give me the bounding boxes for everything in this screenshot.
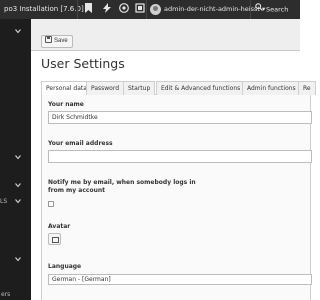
notify-checkbox[interactable] bbox=[48, 201, 54, 207]
save-label: Save bbox=[54, 38, 68, 44]
user-menu[interactable]: admin-der-nicht-admin-heisst ▾ bbox=[150, 3, 265, 16]
search-label: Search bbox=[266, 5, 289, 14]
sidebar-group-label: ers bbox=[1, 291, 11, 298]
chevron-down-icon[interactable] bbox=[15, 198, 21, 204]
save-button[interactable]: Save bbox=[41, 35, 73, 48]
flash-icon[interactable] bbox=[100, 3, 113, 16]
email-label: Your email address bbox=[48, 140, 113, 147]
bookmark-icon[interactable] bbox=[82, 3, 95, 16]
tab-edit-advanced-functions[interactable]: Edit & Advanced functions bbox=[156, 81, 246, 95]
topbar-divider bbox=[146, 0, 147, 19]
site-name[interactable]: po3 Installation [7.6.0] bbox=[4, 5, 84, 13]
tab-startup[interactable]: Startup bbox=[123, 81, 156, 95]
help-icon[interactable] bbox=[117, 3, 130, 16]
tab-password[interactable]: Password bbox=[86, 81, 125, 95]
user-name: admin-der-nicht-admin-heisst bbox=[164, 5, 260, 13]
sidebar-group-label: LS bbox=[0, 198, 8, 205]
name-label: Your name bbox=[48, 101, 84, 108]
top-bar: po3 Installation [7.6.0] admin-der-nicht… bbox=[0, 0, 300, 19]
tab-personal-data[interactable]: Personal data bbox=[41, 81, 92, 96]
name-field[interactable]: Dirk Schmidtke bbox=[48, 111, 312, 124]
search-toggle[interactable]: Search bbox=[255, 3, 288, 16]
email-field[interactable] bbox=[48, 150, 312, 163]
avatar-label: Avatar bbox=[48, 223, 71, 230]
chevron-down-icon[interactable] bbox=[15, 182, 21, 188]
personal-data-panel: Your name Dirk Schmidtke Your email addr… bbox=[41, 95, 312, 300]
avatar-select-button[interactable] bbox=[48, 233, 61, 245]
chevron-down-icon[interactable] bbox=[15, 28, 21, 34]
system-info-icon[interactable] bbox=[133, 3, 146, 16]
tab-admin-functions[interactable]: Admin functions bbox=[242, 81, 301, 95]
module-sidebar: LS ers bbox=[0, 19, 31, 300]
topbar-divider bbox=[77, 0, 78, 19]
language-select[interactable]: German - [German] bbox=[48, 274, 312, 285]
tab-more[interactable]: Re bbox=[298, 81, 316, 95]
main-content: User Settings Personal data Password Sta… bbox=[31, 51, 316, 300]
user-avatar bbox=[150, 3, 161, 15]
page-title: User Settings bbox=[41, 56, 125, 71]
chevron-down-icon[interactable] bbox=[15, 256, 21, 262]
topbar-divider bbox=[250, 0, 251, 19]
notify-label-line1: Notify me by email, when somebody logs i… bbox=[48, 179, 196, 186]
save-icon bbox=[45, 35, 52, 43]
notify-label-line2: from my account bbox=[48, 187, 105, 194]
settings-tabs: Personal data Password Startup Edit & Ad… bbox=[41, 81, 316, 96]
search-icon bbox=[255, 3, 263, 16]
language-label: Language bbox=[48, 263, 82, 270]
doc-header: Save bbox=[31, 19, 300, 51]
chevron-down-icon[interactable] bbox=[15, 154, 21, 160]
